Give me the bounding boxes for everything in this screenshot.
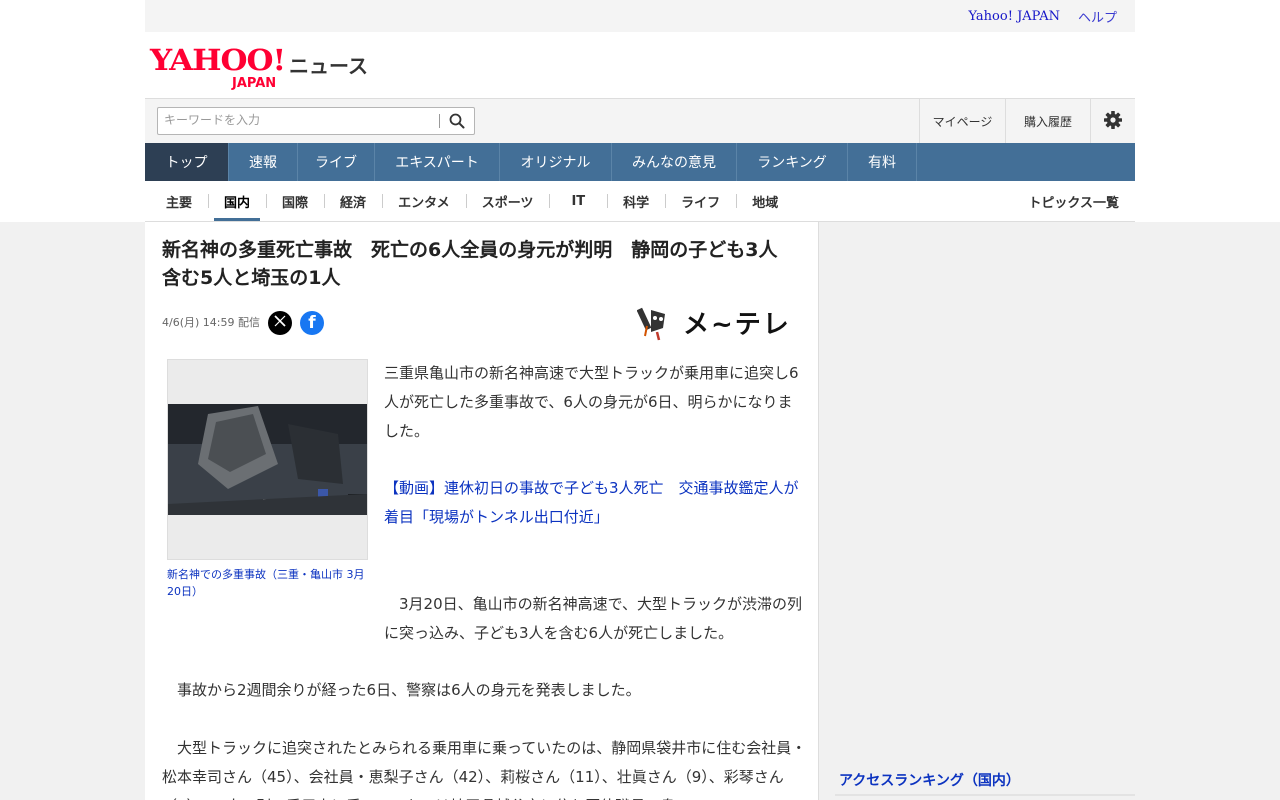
article-paragraph: 3月20日、亀山市の新名神高速で、大型トラックが渋滞の列に突っ込み、子ども3人を… bbox=[384, 595, 803, 642]
article-image[interactable] bbox=[167, 359, 368, 560]
header: Yahoo! JAPAN ヘルプ YAHOO! JAPAN ニュース マイページ… bbox=[145, 0, 1135, 222]
yahoo-japan-link[interactable]: Yahoo! JAPAN bbox=[968, 9, 1060, 24]
main-nav-expert[interactable]: エキスパート bbox=[375, 143, 500, 181]
sidebar: アクセスランキング（国内） bbox=[835, 222, 1135, 800]
topics-list-link[interactable]: トピックス一覧 bbox=[1028, 181, 1119, 221]
tab-main[interactable]: 主要 bbox=[145, 181, 208, 221]
article-headline: 新名神の多重死亡事故 死亡の6人全員の身元が判明 静岡の子ども3人含む5人と埼玉… bbox=[162, 239, 778, 289]
ranking-divider bbox=[835, 794, 1135, 796]
search-icon[interactable] bbox=[448, 112, 466, 130]
x-icon bbox=[274, 315, 286, 331]
tab-science[interactable]: 科学 bbox=[607, 181, 665, 221]
settings-button[interactable] bbox=[1090, 99, 1135, 143]
tab-economy[interactable]: 経済 bbox=[324, 181, 382, 221]
tab-local[interactable]: 地域 bbox=[736, 181, 794, 221]
purchase-history-link[interactable]: 購入履歴 bbox=[1005, 99, 1090, 143]
mypage-link[interactable]: マイページ bbox=[919, 99, 1005, 143]
logo-news-text: ニュース bbox=[289, 54, 368, 78]
main-nav-opinions[interactable]: みんなの意見 bbox=[612, 143, 737, 181]
article: 新名神の多重死亡事故 死亡の6人全員の身元が判明 静岡の子ども3人含む5人と埼玉… bbox=[145, 222, 819, 800]
tab-sports[interactable]: スポーツ bbox=[465, 181, 550, 221]
source-name: メ~テレ bbox=[683, 310, 791, 340]
video-link[interactable]: 【動画】連休初日の事故で子ども3人死亡 交通事故鑑定人が着目「現場がトンネル出口… bbox=[384, 474, 804, 532]
logo-japan-text: JAPAN bbox=[232, 76, 277, 91]
search-input[interactable] bbox=[158, 108, 440, 132]
help-link[interactable]: ヘルプ bbox=[1078, 7, 1117, 26]
main-nav-original[interactable]: オリジナル bbox=[500, 143, 612, 181]
article-paragraph: 事故から2週間余りが経った6日、警察は6人の身元を発表しました。 bbox=[162, 681, 641, 699]
logo-row: YAHOO! JAPAN ニュース bbox=[145, 32, 1135, 98]
logo-yahoo-text: YAHOO! bbox=[150, 44, 286, 78]
main-nav-ranking[interactable]: ランキング bbox=[737, 143, 848, 181]
article-paragraph: 大型トラックに追突されたとみられる乗用車に乗っていたのは、静岡県袋井市に住む会社… bbox=[162, 739, 807, 800]
category-nav: 主要 国内 国際 経済 エンタメ スポーツ IT 科学 ライフ 地域 トピックス… bbox=[145, 181, 1135, 222]
access-ranking-title[interactable]: アクセスランキング（国内） bbox=[839, 770, 1020, 790]
search-separator bbox=[439, 114, 440, 128]
gear-icon bbox=[1103, 110, 1123, 133]
source-mascot-icon bbox=[636, 307, 665, 341]
tab-life[interactable]: ライフ bbox=[665, 181, 736, 221]
tab-entertainment[interactable]: エンタメ bbox=[382, 181, 466, 221]
main-nav-paid[interactable]: 有料 bbox=[848, 143, 917, 181]
tab-international[interactable]: 国際 bbox=[266, 181, 324, 221]
image-caption[interactable]: 新名神での多重事故（三重・亀山市 3月20日） bbox=[167, 566, 372, 600]
search-row: マイページ 購入履歴 bbox=[145, 98, 1135, 143]
source-logo[interactable]: メ~テレ bbox=[636, 302, 797, 344]
main-nav-top[interactable]: トップ bbox=[145, 143, 229, 181]
main-nav-breaking[interactable]: 速報 bbox=[229, 143, 298, 181]
accident-photo bbox=[168, 404, 367, 515]
tab-domestic[interactable]: 国内 bbox=[208, 181, 266, 221]
article-paragraph: 三重県亀山市の新名神高速で大型トラックが乗用車に追突し6人が死亡した多重事故で、… bbox=[384, 364, 799, 440]
utility-bar: Yahoo! JAPAN ヘルプ bbox=[145, 0, 1135, 32]
account-links: マイページ 購入履歴 bbox=[919, 99, 1135, 143]
yahoo-news-logo[interactable]: YAHOO! JAPAN ニュース bbox=[150, 44, 368, 91]
main-nav-live[interactable]: ライブ bbox=[298, 143, 375, 181]
article-date: 4/6(月) 14:59 配信 bbox=[162, 316, 260, 329]
tab-it[interactable]: IT bbox=[549, 181, 607, 221]
share-facebook-button[interactable]: f bbox=[300, 311, 324, 335]
share-x-button[interactable] bbox=[268, 311, 292, 335]
search-box bbox=[157, 107, 475, 135]
main-nav: トップ 速報 ライブ エキスパート オリジナル みんなの意見 ランキング 有料 bbox=[145, 143, 1135, 181]
facebook-icon: f bbox=[308, 313, 316, 333]
